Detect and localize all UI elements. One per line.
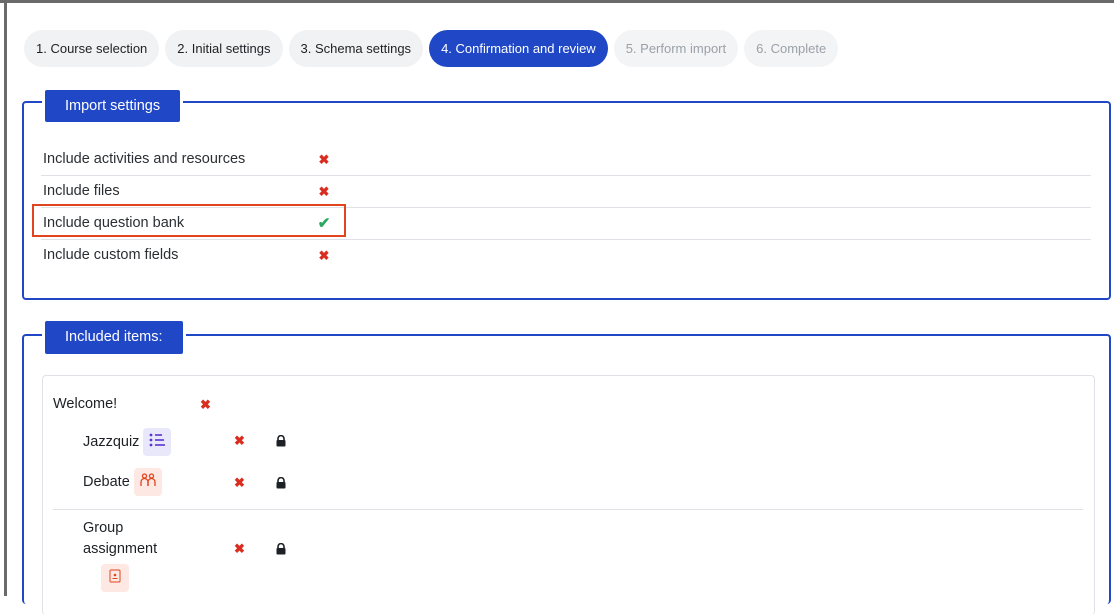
activity-name-line2: assignment <box>83 541 158 557</box>
import-settings-panel: Import settings Include activities and r… <box>22 87 1111 300</box>
window-frame-top <box>0 0 1114 3</box>
cross-icon: ✖ <box>318 152 330 167</box>
activity-group-assignment: Group assignment <box>83 518 157 592</box>
step-initial-settings[interactable]: 2. Initial settings <box>165 30 283 67</box>
activity-name-line1: Group <box>83 520 124 536</box>
included-items-legend: Included items: <box>42 318 186 357</box>
activity-name: Jazzquiz <box>83 434 140 450</box>
cross-icon: ✖ <box>234 433 245 448</box>
list-icon <box>143 428 172 457</box>
step-perform-import: 5. Perform import <box>613 30 739 67</box>
step-confirmation-review[interactable]: 4. Confirmation and review <box>429 30 608 67</box>
window-frame-left <box>4 0 7 596</box>
step-course-selection[interactable]: 1. Course selection <box>24 30 160 67</box>
setting-custom-fields: Include custom fields ✖ <box>41 240 1091 271</box>
setting-label: Include files <box>43 183 120 199</box>
people-icon <box>133 468 162 497</box>
cross-icon: ✖ <box>234 541 245 556</box>
setting-question-bank: Include question bank ✔ <box>41 208 1091 240</box>
section-title: Welcome! <box>53 396 118 412</box>
import-settings-list: Include activities and resources ✖ Inclu… <box>41 144 1091 271</box>
step-schema-settings[interactable]: 3. Schema settings <box>288 30 424 67</box>
step-complete: 6. Complete <box>744 30 839 67</box>
included-items-list: Welcome! ✖ Jazzquiz ✖ Debate ✖ Group ass… <box>42 375 1095 615</box>
setting-label: Include custom fields <box>43 247 179 263</box>
setting-label: Include question bank <box>43 215 185 231</box>
lock-icon <box>276 477 286 489</box>
activity-jazzquiz: Jazzquiz <box>83 428 172 457</box>
cross-icon: ✖ <box>318 248 330 263</box>
activity-debate: Debate <box>83 468 162 497</box>
import-settings-legend: Import settings <box>42 87 184 125</box>
lock-icon <box>276 435 286 447</box>
activity-name: Debate <box>83 474 130 490</box>
setting-activities-resources: Include activities and resources ✖ <box>41 144 1091 176</box>
assignment-icon <box>101 564 129 592</box>
setting-files: Include files ✖ <box>41 176 1091 208</box>
cross-icon: ✖ <box>200 397 211 412</box>
import-stepper: 1. Course selection 2. Initial settings … <box>24 30 839 68</box>
check-icon: ✔ <box>317 215 331 232</box>
lock-icon <box>276 543 286 555</box>
divider <box>53 509 1083 510</box>
cross-icon: ✖ <box>318 184 330 199</box>
included-items-panel: Included items: Welcome! ✖ Jazzquiz ✖ De… <box>22 318 1111 615</box>
cross-icon: ✖ <box>234 475 245 490</box>
setting-label: Include activities and resources <box>43 151 246 167</box>
